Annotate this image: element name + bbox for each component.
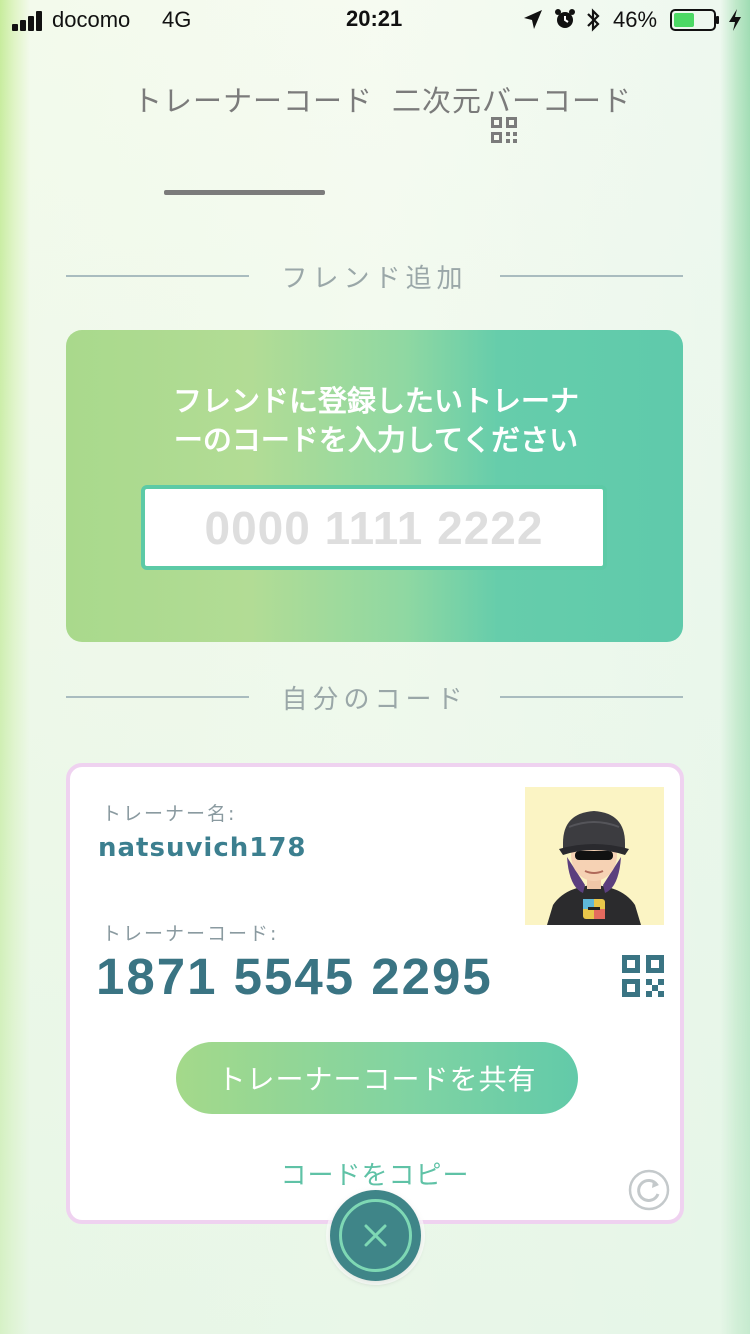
network-type: 4G: [162, 7, 192, 32]
friend-code-input[interactable]: [141, 485, 607, 570]
trainer-code-label: トレーナーコード:: [102, 923, 279, 945]
divider: [66, 275, 249, 277]
divider: [500, 696, 683, 698]
close-icon: [364, 1224, 387, 1247]
divider: [66, 696, 249, 698]
tab-qr-code[interactable]: 二次元バーコード: [392, 78, 632, 120]
alarm-icon: [555, 9, 575, 28]
section-title: 自分のコード: [281, 685, 468, 715]
signal-icon: [12, 11, 48, 31]
status-time: 20:21: [346, 6, 403, 31]
location-arrow-icon: [524, 10, 542, 29]
share-trainer-code-button[interactable]: トレーナーコードを共有: [176, 1042, 578, 1114]
my-code-card: トレーナー名: natsuvich178 トレーナーコード: 1871 5545…: [66, 763, 684, 1224]
qr-code-icon: [491, 117, 517, 143]
trainer-avatar[interactable]: [525, 787, 664, 925]
prompt-line-1: フレンドに登録したいトレーナ: [172, 384, 579, 418]
battery-percent: 46%: [613, 7, 658, 32]
tab-trainer-code[interactable]: トレーナーコード: [133, 78, 373, 120]
close-button-ring: [339, 1199, 412, 1272]
qr-code-icon[interactable]: [622, 955, 664, 997]
battery-icon: [670, 9, 719, 31]
prompt-line-2: ーのコードを入力してください: [173, 423, 579, 457]
divider: [500, 275, 683, 277]
avatar-icon: [547, 811, 641, 925]
add-friend-card: フレンドに登録したいトレーナ ーのコードを入力してください: [66, 330, 683, 642]
section-header-my-code: 自分のコード: [66, 677, 683, 717]
refresh-icon[interactable]: [628, 1169, 670, 1211]
charging-icon: [729, 9, 741, 31]
trainer-code: 1871 5545 2295: [96, 948, 493, 1005]
section-title: フレンド追加: [281, 264, 468, 294]
trainer-name-label: トレーナー名:: [102, 803, 237, 825]
close-button[interactable]: [330, 1190, 421, 1281]
section-header-add-friend: フレンド追加: [66, 256, 683, 296]
copy-code-link[interactable]: コードをコピー: [70, 1155, 680, 1192]
carrier-name: docomo: [52, 7, 131, 32]
tab-indicator: [164, 190, 325, 195]
trainer-name: natsuvich178: [98, 833, 307, 863]
bluetooth-icon: [587, 8, 600, 32]
status-bar: docomo 4G 20:21 46%: [0, 0, 750, 40]
add-friend-prompt: フレンドに登録したいトレーナ ーのコードを入力してください: [146, 382, 606, 460]
